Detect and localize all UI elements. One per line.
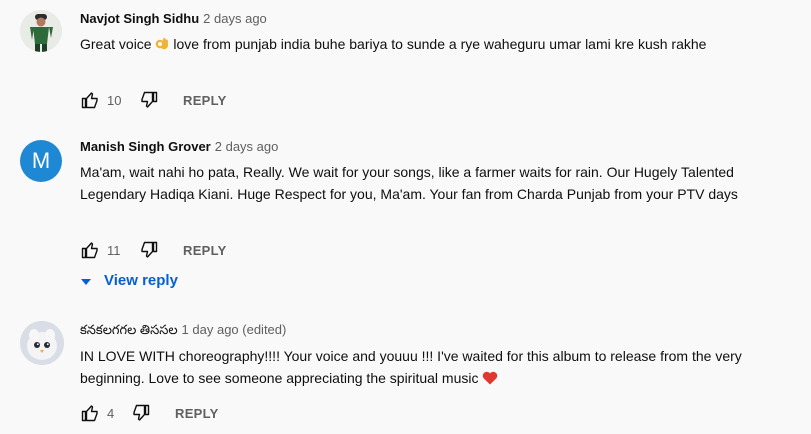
thumbs-up-icon xyxy=(81,92,98,109)
red-heart-emoji xyxy=(482,369,498,391)
dislike-button[interactable] xyxy=(131,403,151,423)
thumbs-up-icon xyxy=(81,242,98,259)
comment-time[interactable]: 2 days ago xyxy=(215,139,279,154)
comment-header: Navjot Singh Sidhu 2 days ago xyxy=(80,11,267,26)
comment-text: Great voice love from punjab india buhe … xyxy=(80,33,770,57)
dislike-button[interactable] xyxy=(139,240,159,260)
view-reply-label: View reply xyxy=(104,272,178,289)
thumbs-down-icon xyxy=(141,241,158,258)
comment-text: Ma'am, wait nahi ho pata, Really. We wai… xyxy=(80,164,738,202)
reply-button[interactable]: REPLY xyxy=(175,406,219,421)
like-button[interactable] xyxy=(80,90,100,110)
thumbs-up-icon xyxy=(81,405,98,422)
comment-text-end: love from punjab india buhe bariya to su… xyxy=(169,36,707,52)
comment-header: కనకలగగల తిససల 1 day ago (edited) xyxy=(80,322,286,341)
avatar[interactable]: M xyxy=(20,140,62,182)
bird-photo-icon xyxy=(20,321,64,365)
author-name[interactable]: Navjot Singh Sidhu xyxy=(80,11,199,26)
comment-text-start: Great voice xyxy=(80,36,156,52)
like-button[interactable] xyxy=(80,403,100,423)
thumbs-down-icon xyxy=(133,404,150,421)
user-photo-icon xyxy=(20,10,62,52)
view-reply-button[interactable]: View reply xyxy=(80,272,178,290)
comment-text-body: IN LOVE WITH choreography!!!! Your voice… xyxy=(80,348,742,386)
avatar[interactable] xyxy=(20,321,64,365)
comment-toolbar: 11 REPLY xyxy=(80,240,280,260)
comment-time[interactable]: 2 days ago xyxy=(203,11,267,26)
comment-header: Manish Singh Grover 2 days ago xyxy=(80,139,278,154)
comment-time[interactable]: 1 day ago (edited) xyxy=(182,322,287,337)
thumbs-down-icon xyxy=(141,91,158,108)
comment-text: IN LOVE WITH choreography!!!! Your voice… xyxy=(80,345,770,391)
author-name[interactable]: Manish Singh Grover xyxy=(80,139,211,154)
caret-down-icon xyxy=(80,273,92,290)
reply-button[interactable]: REPLY xyxy=(183,243,227,258)
like-button[interactable] xyxy=(80,240,100,260)
author-name[interactable]: కనకలగగల తిససల xyxy=(80,322,178,337)
ok-hand-emoji xyxy=(155,35,169,57)
like-count: 4 xyxy=(107,406,115,421)
reply-button[interactable]: REPLY xyxy=(183,93,227,108)
avatar[interactable] xyxy=(20,10,62,52)
comment-toolbar: 4 REPLY xyxy=(80,403,280,423)
like-count: 10 xyxy=(107,93,122,108)
dislike-button[interactable] xyxy=(139,90,159,110)
like-count: 11 xyxy=(107,243,121,258)
comment-toolbar: 10 REPLY xyxy=(80,90,280,110)
